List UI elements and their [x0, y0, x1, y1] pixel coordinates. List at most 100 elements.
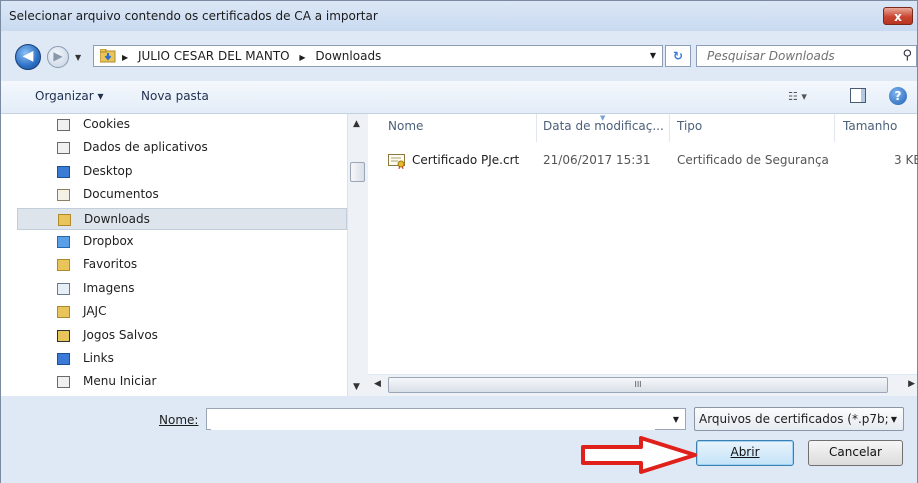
chevron-down-icon: ▼	[75, 53, 82, 62]
column-divider[interactable]	[669, 114, 670, 142]
file-row[interactable]: Certificado PJe.crt 21/06/2017 15:31 Cer…	[388, 151, 918, 171]
search-box[interactable]: ⚲	[696, 45, 917, 67]
sidebar-item-label: Favoritos	[83, 257, 138, 272]
address-dropdown-icon[interactable]: ▼	[650, 51, 656, 60]
breadcrumb-item-user[interactable]: JULIO CESAR DEL MANTO	[138, 49, 290, 63]
column-divider[interactable]	[536, 114, 537, 142]
file-type-select[interactable]: Arquivos de certificados (*.p7b; ▼	[694, 407, 904, 431]
search-input[interactable]	[705, 48, 889, 64]
scrollbar-thumb[interactable]: III	[388, 377, 888, 393]
sidebar-item-label: JAJC	[83, 304, 107, 319]
file-list-horizontal-scrollbar[interactable]: ◀ III ▶	[368, 375, 917, 396]
breadcrumb: ▶ JULIO CESAR DEL MANTO ▶ Downloads	[122, 49, 387, 63]
scroll-up-icon[interactable]: ▲	[353, 119, 360, 129]
forward-button[interactable]: ▶	[47, 46, 69, 68]
sidebar-item-label: Desktop	[83, 163, 133, 178]
sidebar-item-label: Cookies	[83, 117, 130, 131]
column-header-date[interactable]: Data de modificaç...	[543, 119, 664, 141]
breadcrumb-item-downloads[interactable]: Downloads	[315, 49, 381, 63]
shortcut-folder-icon	[57, 142, 70, 155]
sidebar-item-dropbox[interactable]: Dropbox	[17, 231, 347, 253]
file-name-label-text: Nome:	[159, 413, 199, 427]
file-type: Certificado de Segurança	[677, 153, 829, 167]
sidebar-item-label: Dados de aplicativos	[83, 140, 208, 155]
cancel-button[interactable]: Cancelar	[808, 440, 903, 466]
scroll-down-icon[interactable]: ▼	[353, 382, 360, 392]
title-bar: Selecionar arquivo contendo os certifica…	[1, 1, 917, 31]
scroll-right-icon[interactable]: ▶	[908, 379, 915, 389]
sidebar-item-documentos[interactable]: Documentos	[17, 184, 347, 206]
sidebar-item-label: Downloads	[84, 211, 150, 226]
column-divider[interactable]	[834, 114, 835, 142]
sidebar-item-downloads[interactable]: Downloads	[17, 207, 347, 230]
sidebar-item-cookies[interactable]: Cookies	[17, 114, 347, 136]
breadcrumb-separator: ▶	[299, 53, 306, 62]
open-button[interactable]: Abrir	[696, 440, 794, 466]
sidebar-item-favoritos[interactable]: Favoritos	[17, 254, 347, 276]
red-arrow-annotation-icon	[581, 436, 697, 474]
links-folder-icon	[57, 353, 70, 365]
file-size: 3 KB	[894, 153, 918, 167]
shortcut-folder-icon	[57, 376, 70, 389]
open-button-label: Abrir	[730, 445, 760, 459]
file-type-selected: Arquivos de certificados (*.p7b;	[699, 412, 889, 426]
command-toolbar: Organizar ▾ Nova pasta ☷ ▾ ?	[1, 81, 917, 114]
address-bar[interactable]: ▶ JULIO CESAR DEL MANTO ▶ Downloads ▼	[93, 45, 663, 67]
sidebar-item-label: Menu Iniciar	[83, 374, 157, 389]
column-header-size[interactable]: Tamanho	[843, 119, 897, 141]
folder-icon	[57, 306, 70, 319]
file-name-combobox[interactable]: ▼	[206, 408, 686, 430]
downloads-folder-icon	[100, 49, 116, 63]
help-icon: ?	[894, 89, 902, 103]
refresh-button[interactable]: ↻	[665, 45, 691, 67]
refresh-icon: ↻	[672, 49, 684, 63]
forward-arrow-icon: ▶	[53, 49, 63, 63]
sidebar-item-label: Imagens	[83, 280, 135, 295]
sidebar-item-jogos-salvos[interactable]: Jogos Salvos	[17, 325, 347, 347]
search-icon[interactable]: ⚲	[902, 48, 912, 63]
downloads-folder-icon	[58, 213, 71, 226]
back-arrow-icon: ◀	[22, 48, 34, 64]
scrollbar-thumb[interactable]	[350, 162, 365, 182]
preview-pane-button[interactable]	[850, 88, 866, 103]
new-folder-button[interactable]: Nova pasta	[141, 89, 209, 103]
pictures-folder-icon	[57, 282, 70, 295]
navigation-pane-scrollbar[interactable]: ▲ ▼	[347, 114, 368, 396]
back-button[interactable]: ◀	[15, 44, 41, 70]
file-name-input[interactable]	[211, 410, 655, 430]
sidebar-item-links[interactable]: Links	[17, 348, 347, 370]
sidebar-item-menu-iniciar[interactable]: Menu Iniciar	[17, 371, 347, 393]
favorites-folder-icon	[57, 259, 70, 272]
chevron-down-icon[interactable]: ▼	[673, 415, 679, 424]
recent-locations-dropdown[interactable]: ▼	[75, 53, 81, 62]
desktop-folder-icon	[57, 165, 70, 178]
close-button[interactable]: x	[883, 7, 913, 25]
shortcut-folder-icon	[57, 119, 70, 131]
sidebar-item-label: Documentos	[83, 187, 159, 202]
saved-games-folder-icon	[57, 329, 70, 342]
breadcrumb-separator: ▶	[122, 53, 129, 62]
organize-button[interactable]: Organizar ▾	[35, 89, 104, 103]
sidebar-item-label: Jogos Salvos	[83, 327, 158, 342]
sidebar-item-imagens[interactable]: Imagens	[17, 278, 347, 300]
navigation-pane: Cookies Dados de aplicativos Desktop Docume…	[1, 114, 347, 396]
sidebar-item-dados-de-aplicativos[interactable]: Dados de aplicativos	[17, 137, 347, 159]
column-header-type[interactable]: Tipo	[677, 119, 702, 141]
documents-folder-icon	[57, 189, 70, 202]
change-view-button[interactable]: ☷ ▾	[788, 90, 807, 103]
file-list: ▼ Nome Data de modificaç... Tipo Tamanho…	[368, 114, 918, 374]
sidebar-item-desktop[interactable]: Desktop	[17, 161, 347, 183]
sidebar-item-label: Dropbox	[83, 234, 134, 248]
scroll-left-icon[interactable]: ◀	[374, 379, 381, 389]
certificate-file-icon	[388, 154, 405, 169]
file-name[interactable]: Certificado PJe.crt	[412, 153, 519, 167]
file-date: 21/06/2017 15:31	[543, 153, 651, 167]
column-header-name[interactable]: Nome	[388, 119, 423, 141]
file-name-label: Nome:	[159, 413, 198, 427]
file-open-dialog: Selecionar arquivo contendo os certifica…	[0, 0, 918, 483]
dropbox-icon	[57, 236, 70, 248]
sidebar-item-jajc[interactable]: JAJC	[17, 301, 347, 323]
chevron-down-icon: ▼	[890, 415, 897, 424]
help-button[interactable]: ?	[889, 87, 907, 105]
sidebar-item-label: Links	[83, 351, 114, 365]
